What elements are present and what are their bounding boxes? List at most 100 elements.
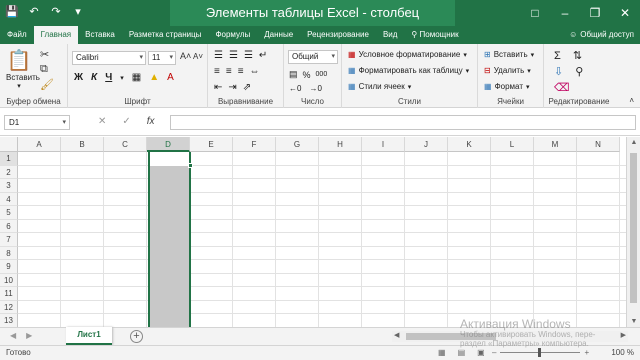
page-break-view-icon[interactable]: ▣ bbox=[477, 348, 485, 357]
column-header[interactable]: J bbox=[405, 137, 448, 152]
tell-me[interactable]: ⚲ Помощник bbox=[404, 26, 465, 44]
vertical-scrollbar[interactable]: ▲ ▼ bbox=[626, 137, 640, 327]
row-header[interactable]: 6 bbox=[0, 219, 18, 233]
insert-function-button[interactable]: fx bbox=[147, 116, 155, 127]
zoom-slider-knob[interactable] bbox=[538, 348, 542, 357]
ribbon-display-icon[interactable]: □ bbox=[520, 0, 550, 26]
row-header[interactable]: 8 bbox=[0, 246, 18, 260]
name-box[interactable]: D1 ▾ bbox=[4, 115, 70, 130]
align-center-icon[interactable]: ≡ bbox=[226, 66, 232, 77]
row-header[interactable]: 10 bbox=[0, 273, 18, 287]
row-header[interactable]: 5 bbox=[0, 206, 18, 220]
font-color-icon[interactable]: A bbox=[167, 72, 174, 83]
prev-sheet-icon[interactable]: ◀ bbox=[10, 331, 16, 340]
zoom-in-icon[interactable]: + bbox=[584, 348, 589, 357]
column-header[interactable]: M bbox=[534, 137, 577, 152]
scroll-down-icon[interactable]: ▼ bbox=[627, 318, 640, 325]
increase-indent-icon[interactable]: ⇥ bbox=[228, 82, 236, 93]
format-as-table-button[interactable]: ▦ Форматировать как таблицу ▾ bbox=[348, 66, 469, 75]
row-header[interactable]: 11 bbox=[0, 287, 18, 301]
tab-home[interactable]: Главная bbox=[33, 26, 79, 44]
tab-formulas[interactable]: Формулы bbox=[208, 26, 257, 44]
align-right-icon[interactable]: ≡ bbox=[238, 66, 244, 77]
worksheet-grid[interactable]: ABCDEFGHIJKLMN 1 2 3 4 5 6 7 8 9 10 11 12 13 bbox=[0, 137, 626, 327]
increase-decimal-icon[interactable]: ←0 bbox=[289, 84, 301, 93]
horizontal-scroll-thumb[interactable] bbox=[406, 333, 496, 340]
tab-insert[interactable]: Вставка bbox=[78, 26, 122, 44]
scroll-left-icon[interactable]: ◀ bbox=[394, 331, 399, 339]
normal-view-icon[interactable]: ▦ bbox=[438, 348, 446, 357]
cell-styles-button[interactable]: ▦ Стили ячеек ▾ bbox=[348, 82, 411, 91]
column-header[interactable]: G bbox=[276, 137, 319, 152]
column-header[interactable]: A bbox=[18, 137, 61, 152]
sort-filter-icon[interactable]: ⇅ bbox=[573, 49, 582, 62]
enter-icon[interactable]: ✓ bbox=[122, 116, 130, 127]
cancel-icon[interactable]: ✕ bbox=[98, 116, 106, 127]
zoom-level[interactable]: 100 % bbox=[611, 348, 634, 357]
minimize-icon[interactable]: – bbox=[550, 0, 580, 26]
zoom-slider[interactable] bbox=[500, 348, 581, 357]
tab-file[interactable]: Файл bbox=[0, 26, 34, 44]
autosum-icon[interactable]: Σ bbox=[554, 50, 561, 62]
scroll-right-icon[interactable]: ▶ bbox=[621, 331, 626, 339]
cut-icon[interactable]: ✂ bbox=[40, 48, 49, 61]
align-top-icon[interactable]: ☰ bbox=[214, 50, 223, 61]
fill-handle[interactable] bbox=[188, 163, 193, 168]
redo-icon[interactable]: ↷ bbox=[48, 4, 64, 20]
row-header[interactable]: 1 bbox=[0, 152, 18, 166]
clear-icon[interactable]: ⌫ bbox=[554, 81, 570, 94]
customize-qat-icon[interactable]: ▾ bbox=[70, 4, 86, 20]
paste-button[interactable]: 📋 Вставить ▾ bbox=[6, 48, 40, 90]
underline-button[interactable]: Ч bbox=[105, 72, 112, 83]
page-layout-view-icon[interactable]: ▤ bbox=[458, 348, 466, 357]
chevron-down-icon[interactable]: ▾ bbox=[120, 74, 124, 82]
font-size-select[interactable]: 11 ▾ bbox=[148, 51, 176, 65]
align-middle-icon[interactable]: ☰ bbox=[229, 50, 238, 61]
currency-icon[interactable]: ▤ bbox=[289, 69, 298, 80]
row-header[interactable]: 13 bbox=[0, 314, 18, 327]
tab-page-layout[interactable]: Разметка страницы bbox=[122, 26, 209, 44]
column-header[interactable]: K bbox=[448, 137, 491, 152]
tab-review[interactable]: Рецензирование bbox=[300, 26, 376, 44]
row-header[interactable]: 2 bbox=[0, 165, 18, 179]
sheet-tab[interactable]: Лист1 bbox=[66, 327, 112, 345]
column-header[interactable]: F bbox=[233, 137, 276, 152]
collapse-ribbon-icon[interactable]: ˄ bbox=[629, 96, 634, 105]
active-cell[interactable] bbox=[150, 152, 189, 166]
delete-cells-button[interactable]: ⊟ Удалить ▾ bbox=[484, 66, 531, 75]
column-header[interactable]: C bbox=[104, 137, 147, 152]
italic-button[interactable]: К bbox=[91, 72, 97, 83]
row-header[interactable]: 4 bbox=[0, 192, 18, 206]
share-button[interactable]: ☺ Общий доступ bbox=[569, 26, 640, 44]
next-sheet-icon[interactable]: ▶ bbox=[26, 331, 32, 340]
fill-icon[interactable]: ⇩ bbox=[554, 65, 563, 78]
format-cells-button[interactable]: ▦ Формат ▾ bbox=[484, 82, 530, 91]
conditional-formatting-button[interactable]: ▦ Условное форматирование ▾ bbox=[348, 50, 467, 59]
column-header[interactable]: N bbox=[577, 137, 620, 152]
decrease-font-icon[interactable]: A˅ bbox=[193, 52, 203, 61]
tab-view[interactable]: Вид bbox=[376, 26, 404, 44]
select-all-button[interactable] bbox=[0, 137, 18, 152]
column-header[interactable]: L bbox=[491, 137, 534, 152]
scroll-up-icon[interactable]: ▲ bbox=[627, 139, 640, 146]
save-icon[interactable]: 💾 bbox=[4, 4, 20, 20]
column-header[interactable]: I bbox=[362, 137, 405, 152]
tab-data[interactable]: Данные bbox=[257, 26, 300, 44]
increase-font-icon[interactable]: A˄ bbox=[180, 51, 191, 61]
column-header[interactable]: E bbox=[190, 137, 233, 152]
row-header[interactable]: 7 bbox=[0, 233, 18, 247]
decrease-decimal-icon[interactable]: →0 bbox=[309, 84, 321, 93]
add-sheet-icon[interactable]: + bbox=[130, 330, 143, 343]
close-icon[interactable]: ✕ bbox=[610, 0, 640, 26]
format-painter-icon[interactable]: 🖌 bbox=[40, 78, 54, 91]
fill-color-icon[interactable]: ▲ bbox=[149, 72, 159, 83]
undo-icon[interactable]: ↶ bbox=[26, 4, 42, 20]
horizontal-scrollbar[interactable]: ◀ ▶ bbox=[392, 331, 628, 342]
copy-icon[interactable]: ⧉ bbox=[40, 63, 48, 76]
align-bottom-icon[interactable]: ☰ bbox=[244, 50, 253, 61]
column-header[interactable]: B bbox=[61, 137, 104, 152]
column-header[interactable]: H bbox=[319, 137, 362, 152]
decrease-indent-icon[interactable]: ⇤ bbox=[214, 82, 222, 93]
restore-icon[interactable]: ❐ bbox=[580, 0, 610, 26]
column-header[interactable]: D bbox=[147, 137, 190, 152]
